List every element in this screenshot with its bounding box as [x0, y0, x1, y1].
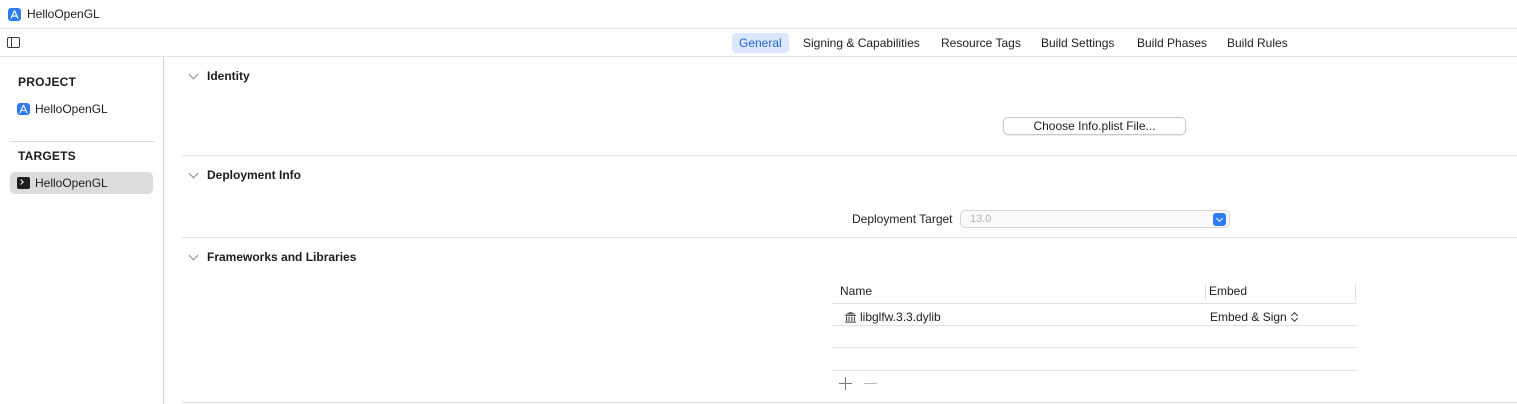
tab-general[interactable]: General	[732, 33, 789, 53]
deployment-target-label: Deployment Target	[852, 212, 953, 226]
row-divider	[832, 325, 1357, 326]
deployment-section-title[interactable]: Deployment Info	[207, 168, 301, 182]
section-divider	[182, 155, 1517, 156]
deployment-target-value: 13.0	[970, 213, 992, 225]
frameworks-table: Name Embed libglfw.3.3.dylib Embed & Sig…	[832, 282, 1357, 372]
project-target-sidebar: PROJECT HelloOpenGL TARGETS HelloOpenGL	[0, 57, 164, 404]
column-divider[interactable]	[1355, 284, 1356, 300]
remove-framework-button[interactable]	[864, 383, 877, 385]
row-divider	[832, 370, 1357, 371]
tab-build-phases[interactable]: Build Phases	[1130, 33, 1214, 53]
terminal-icon	[17, 177, 30, 189]
row-divider	[832, 303, 1357, 304]
sidebar-item-label: HelloOpenGL	[35, 176, 108, 190]
section-divider	[182, 402, 1517, 403]
sidebar-item-project[interactable]: HelloOpenGL	[10, 98, 153, 120]
tab-build-rules[interactable]: Build Rules	[1220, 33, 1295, 53]
tab-build-settings[interactable]: Build Settings	[1034, 33, 1121, 53]
choose-info-plist-button[interactable]: Choose Info.plist File...	[1003, 117, 1186, 135]
sidebar-item-label: HelloOpenGL	[35, 102, 108, 116]
general-settings-pane: Identity Choose Info.plist File... Deplo…	[164, 57, 1517, 404]
chevron-down-icon[interactable]	[188, 168, 199, 179]
embed-value: Embed & Sign	[1210, 310, 1287, 324]
column-header-name[interactable]: Name	[840, 284, 872, 298]
tab-resource-tags[interactable]: Resource Tags	[934, 33, 1028, 53]
chevron-down-icon[interactable]	[188, 69, 199, 80]
section-divider	[182, 237, 1517, 238]
library-name: libglfw.3.3.dylib	[860, 310, 941, 324]
tab-signing-capabilities[interactable]: Signing & Capabilities	[796, 33, 927, 53]
up-down-arrows-icon	[1290, 311, 1298, 323]
column-header-embed[interactable]: Embed	[1209, 284, 1247, 298]
row-divider	[832, 347, 1357, 348]
library-icon	[845, 311, 856, 323]
sidebar-item-target[interactable]: HelloOpenGL	[10, 172, 153, 194]
chevron-down-icon	[1213, 213, 1226, 226]
sidebar-divider	[10, 141, 154, 142]
sidebar-toggle-icon[interactable]	[7, 37, 20, 48]
add-framework-button[interactable]	[839, 377, 852, 390]
deployment-target-select[interactable]: 13.0	[960, 210, 1230, 228]
xcode-project-icon	[8, 8, 21, 21]
project-section-header: PROJECT	[18, 75, 77, 89]
embed-select[interactable]: Embed & Sign	[1210, 310, 1298, 324]
targets-section-header: TARGETS	[18, 149, 76, 163]
editor-tab-bar: General Signing & Capabilities Resource …	[0, 29, 1517, 57]
window-title: HelloOpenGL	[27, 7, 100, 21]
frameworks-section-title[interactable]: Frameworks and Libraries	[207, 250, 356, 264]
identity-section-title[interactable]: Identity	[207, 69, 250, 83]
column-divider[interactable]	[1205, 284, 1206, 300]
title-bar: HelloOpenGL	[0, 0, 1517, 29]
chevron-down-icon[interactable]	[188, 250, 199, 261]
xcode-project-icon	[17, 103, 30, 115]
